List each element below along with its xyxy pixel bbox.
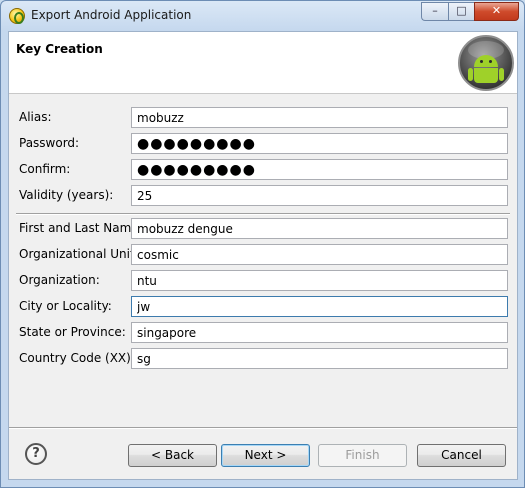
cancel-button[interactable]: Cancel	[417, 444, 506, 467]
export-dialog-window: Export Android Application – □ ✕ Key Cre…	[0, 0, 525, 488]
help-icon[interactable]: ?	[25, 443, 47, 465]
dialog-content: Key Creation Alias: Password: Confirm:	[8, 31, 518, 480]
password-input[interactable]	[131, 133, 508, 154]
org-unit-input[interactable]	[131, 244, 508, 265]
name-input[interactable]	[131, 218, 508, 239]
organization-input[interactable]	[131, 270, 508, 291]
alias-row: Alias:	[9, 107, 517, 129]
org-unit-row: Organizational Unit:	[9, 244, 517, 266]
confirm-label: Confirm:	[19, 162, 71, 176]
organization-label: Organization:	[19, 273, 100, 287]
alias-label: Alias:	[19, 110, 52, 124]
name-row: First and Last Name:	[9, 218, 517, 240]
page-title: Key Creation	[16, 42, 103, 56]
validity-row: Validity (years):	[9, 185, 517, 207]
next-button[interactable]: Next >	[221, 444, 310, 467]
minimize-button[interactable]: –	[421, 2, 448, 21]
close-button[interactable]: ✕	[474, 2, 519, 21]
maximize-button[interactable]: □	[448, 2, 474, 21]
validity-label: Validity (years):	[19, 188, 114, 202]
org-unit-label: Organizational Unit:	[19, 247, 139, 261]
footer-divider	[9, 427, 517, 429]
window-title: Export Android Application	[31, 8, 192, 22]
wizard-header: Key Creation	[9, 32, 517, 94]
name-label: First and Last Name:	[19, 221, 143, 235]
country-row: Country Code (XX):	[9, 348, 517, 370]
back-button[interactable]: < Back	[128, 444, 217, 467]
state-input[interactable]	[131, 322, 508, 343]
organization-row: Organization:	[9, 270, 517, 292]
password-row: Password:	[9, 133, 517, 155]
android-logo-icon	[458, 35, 514, 91]
eclipse-app-icon	[9, 8, 25, 24]
city-label: City or Locality:	[19, 299, 112, 313]
confirm-input[interactable]	[131, 159, 508, 180]
country-label: Country Code (XX):	[19, 351, 135, 365]
finish-button[interactable]: Finish	[318, 444, 407, 467]
state-label: State or Province:	[19, 325, 126, 339]
alias-input[interactable]	[131, 107, 508, 128]
city-input[interactable]	[131, 296, 508, 317]
state-row: State or Province:	[9, 322, 517, 344]
section-divider	[16, 213, 510, 215]
city-row: City or Locality:	[9, 296, 517, 318]
title-bar[interactable]: Export Android Application – □ ✕	[1, 1, 524, 31]
validity-input[interactable]	[131, 185, 508, 206]
confirm-row: Confirm:	[9, 159, 517, 181]
country-input[interactable]	[131, 348, 508, 369]
password-label: Password:	[19, 136, 80, 150]
